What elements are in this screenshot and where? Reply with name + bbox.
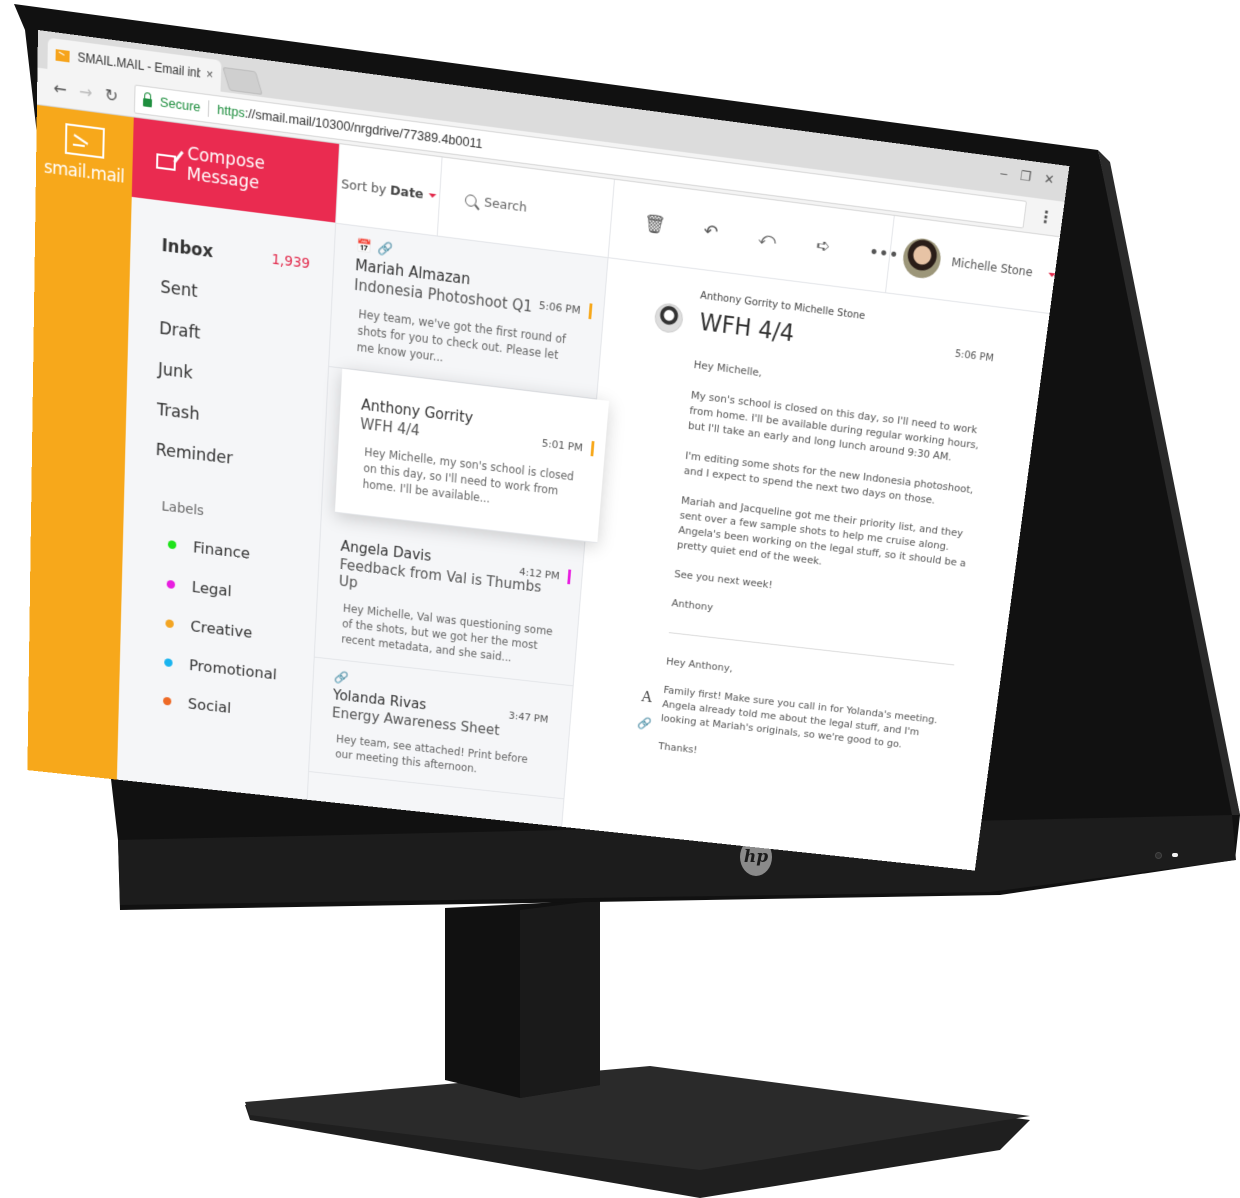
back-icon[interactable]: ← [47, 77, 73, 100]
message-list-item[interactable]: Angela Davis Feedback from Val is Thumbs… [314, 511, 585, 687]
chevron-down-icon [1047, 272, 1056, 278]
calendar-icon: 📅 [355, 238, 373, 256]
sender-avatar [653, 301, 685, 335]
new-tab-button[interactable] [222, 66, 263, 96]
folder-label: Sent [160, 277, 198, 302]
attachment-link-icon: 🔗 [377, 241, 394, 258]
label-dot-icon [166, 579, 176, 590]
label-name: Finance [192, 538, 251, 563]
search-placeholder: Search [483, 194, 528, 216]
label-name: Promotional [188, 656, 278, 684]
label-name: Creative [190, 617, 253, 642]
folder-label: Draft [158, 318, 201, 344]
folder-label: Inbox [161, 235, 214, 263]
reply-body[interactable]: Hey Anthony, Family first! Make sure you… [658, 655, 952, 784]
attachment-link-icon: 🔗 [333, 670, 349, 686]
label-dot-icon [164, 658, 173, 668]
label-flag [567, 569, 572, 585]
attach-link-icon[interactable]: 🔗 [637, 717, 653, 732]
text-format-icon[interactable]: A [641, 688, 653, 706]
smail-logo-icon[interactable] [64, 123, 105, 159]
compose-icon [156, 152, 176, 171]
message-preview: Hey Michelle, my son's school is closed … [362, 445, 575, 506]
stand-neck-side [520, 900, 600, 1098]
ambient-sensor [1155, 852, 1162, 859]
compose-label: Compose Message [186, 143, 266, 194]
thread-view: Anthony Gorrity to Michelle Stone WFH 4/… [568, 258, 1055, 803]
sort-value: Date [389, 182, 424, 203]
sort-dropdown[interactable]: Sort by Date [336, 144, 443, 236]
search-icon [464, 193, 477, 208]
user-avatar [901, 236, 943, 281]
omnibox-divider [207, 99, 210, 117]
minimize-icon[interactable]: – [999, 165, 1009, 182]
folder-list: Inbox 1,939 Sent Draft Junk Trash Remind… [125, 197, 335, 490]
more-icon[interactable]: ••• [868, 241, 900, 265]
label-flag [588, 303, 593, 320]
lock-icon [142, 97, 153, 107]
folder-label: Trash [156, 400, 200, 425]
smail-favicon-icon [55, 48, 70, 62]
reload-icon[interactable]: ↻ [98, 84, 124, 107]
brand-rail: smail.mail [27, 104, 134, 780]
forward-icon[interactable]: → [73, 81, 99, 104]
reply-format-tools: A 🔗 [637, 688, 655, 732]
message-preview: Hey Michelle, Val was questioning some o… [341, 601, 554, 665]
unread-count: 1,939 [271, 251, 311, 273]
reply-icon[interactable]: ↶ [700, 220, 723, 243]
message-body: Hey Michelle, My son's school is closed … [671, 357, 989, 643]
smail-app: smail.mail Compose Message Inbox 1,939 S… [27, 104, 1066, 871]
restore-icon[interactable]: ❐ [1019, 168, 1032, 185]
url-scheme: https [216, 101, 246, 121]
user-name: Michelle Stone [950, 255, 1034, 280]
label-dot-icon [167, 540, 177, 550]
browser-menu-icon[interactable]: ⋮ [1037, 207, 1054, 228]
brand-name: smail.mail [43, 157, 125, 188]
label-list: Finance Legal Creative Promotional Socia… [119, 519, 320, 736]
window-controls: – ❐ ✕ [999, 165, 1056, 188]
label-dot-icon [165, 619, 174, 629]
message-list-column: Sort by Date Search 📅 🔗 Mariah Almazan I… [307, 144, 615, 827]
label-name: Legal [191, 578, 232, 600]
close-tab-icon[interactable]: × [206, 67, 213, 82]
folder-label: Junk [157, 359, 194, 384]
close-window-icon[interactable]: ✕ [1043, 171, 1055, 188]
label-dot-icon [162, 696, 172, 706]
folder-sidebar: Compose Message Inbox 1,939 Sent Draft J… [116, 117, 341, 800]
secure-label: Secure [159, 94, 201, 115]
forward-icon[interactable]: ➪ [812, 234, 835, 257]
sort-prefix: Sort by [340, 176, 387, 198]
thread-time: 5:06 PM [954, 348, 995, 365]
reply-all-icon[interactable]: ⤺ [756, 227, 779, 250]
label-flag [590, 440, 595, 457]
label-name: Social [187, 694, 232, 717]
folder-label: Reminder [155, 440, 234, 469]
screen: SMAIL.MAIL - Email inbox × – ❐ ✕ ← → ↻ S… [27, 30, 1070, 871]
chevron-down-icon [428, 193, 437, 199]
power-led [1172, 853, 1178, 857]
delete-icon[interactable]: 🗑 [643, 212, 666, 236]
